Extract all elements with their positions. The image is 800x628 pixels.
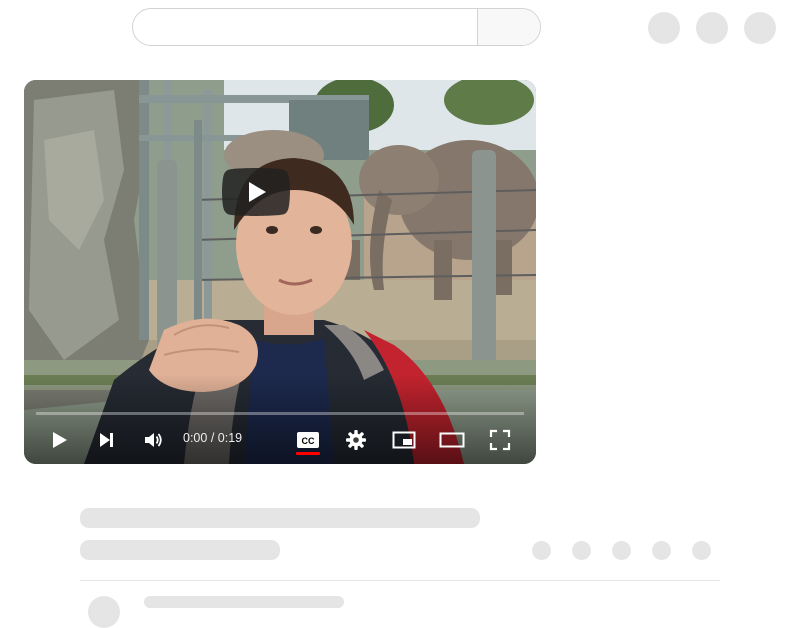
avatar[interactable]	[744, 12, 776, 44]
divider	[80, 580, 720, 581]
play-button[interactable]	[45, 426, 73, 454]
next-button[interactable]	[92, 426, 120, 454]
time-display: 0:00 / 0:19	[183, 431, 242, 445]
captions-button[interactable]: CC	[294, 426, 322, 454]
play-icon	[53, 432, 67, 448]
gear-icon	[346, 430, 366, 450]
big-play-button[interactable]	[222, 168, 290, 216]
theater-icon	[439, 432, 465, 448]
theater-mode-button[interactable]	[438, 426, 466, 454]
video-player[interactable]: 0:00 / 0:19 CC	[24, 80, 536, 464]
volume-icon	[145, 433, 162, 447]
mute-button[interactable]	[139, 426, 167, 454]
next-icon	[100, 433, 113, 447]
time-total: 0:19	[217, 431, 243, 445]
miniplayer-button[interactable]	[390, 426, 418, 454]
settings-button[interactable]	[342, 426, 370, 454]
header-icon-placeholder[interactable]	[648, 12, 680, 44]
time-separator: /	[207, 431, 218, 445]
search-input[interactable]	[133, 9, 477, 45]
search-bar	[132, 8, 541, 46]
captions-active-indicator	[296, 452, 320, 455]
cc-icon: CC	[297, 432, 319, 448]
channel-name-placeholder	[144, 596, 344, 608]
header-icon-placeholder[interactable]	[696, 12, 728, 44]
time-current: 0:00	[183, 431, 208, 445]
search-button[interactable]	[477, 9, 540, 45]
action-placeholder	[532, 541, 551, 560]
action-placeholder	[572, 541, 591, 560]
action-placeholder	[612, 541, 631, 560]
action-placeholder	[692, 541, 711, 560]
title-placeholder	[80, 508, 480, 528]
fullscreen-icon	[489, 429, 511, 451]
svg-text:CC: CC	[302, 436, 315, 446]
action-placeholder	[652, 541, 671, 560]
fullscreen-button[interactable]	[486, 426, 514, 454]
subtitle-placeholder	[80, 540, 280, 560]
miniplayer-icon	[392, 431, 416, 449]
progress-bar[interactable]	[36, 412, 524, 415]
channel-avatar-placeholder	[88, 596, 120, 628]
